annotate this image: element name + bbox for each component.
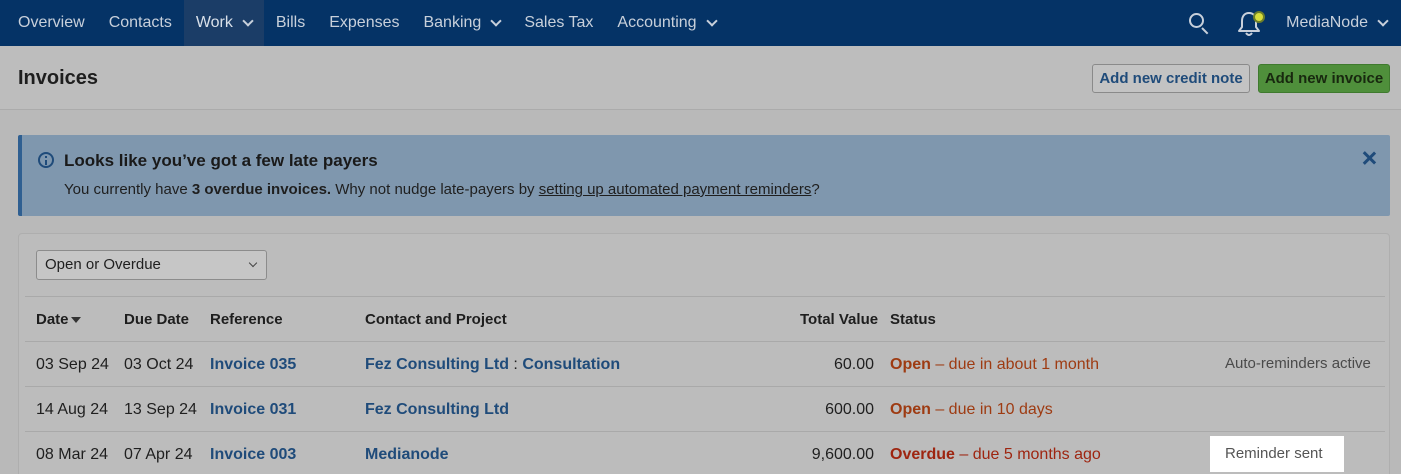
contact-link[interactable]: Fez Consulting Ltd <box>365 401 509 419</box>
reminder-sent-badge: Reminder sent <box>1210 436 1344 472</box>
nav-item-expenses[interactable]: Expenses <box>317 0 411 46</box>
cell-total: 600.00 <box>825 401 874 418</box>
auto-reminders-note: Auto-reminders active <box>1225 355 1371 372</box>
cell-date: 14 Aug 24 <box>36 401 109 418</box>
page-title: Invoices <box>18 67 99 89</box>
cell-contact-project: Fez Consulting Ltd : Consultation <box>365 356 620 374</box>
status-detail: – due in about 1 month <box>930 356 1100 373</box>
chevron-down-icon <box>705 15 718 27</box>
banner-text-middle: Why not nudge late-payers by <box>331 181 539 198</box>
info-icon <box>38 152 54 168</box>
account-label: MediaNode <box>1286 14 1368 31</box>
sort-descending-icon <box>70 317 81 324</box>
nav-item-label: Sales Tax <box>524 14 594 31</box>
nav-item-label: Work <box>195 14 233 31</box>
invoice-reference-link[interactable]: Invoice 031 <box>210 401 296 419</box>
chevron-down-icon <box>242 15 254 27</box>
nav-item-label: Accounting <box>617 14 697 31</box>
cell-date: 08 Mar 24 <box>36 446 109 463</box>
filter-selected-value: Open or Overdue <box>45 256 161 273</box>
chevron-down-icon <box>248 258 258 268</box>
column-header-due-date[interactable]: Due Date <box>124 311 189 328</box>
late-payers-banner: Looks like you’ve got a few late payers … <box>18 135 1390 216</box>
close-icon[interactable] <box>1362 151 1376 165</box>
cell-total: 60.00 <box>833 356 874 373</box>
cell-due-date: 03 Oct 24 <box>124 356 194 373</box>
nav-item-label: Expenses <box>329 14 400 31</box>
contact-link[interactable]: Fez Consulting Ltd <box>365 356 509 373</box>
add-invoice-button[interactable]: Add new invoice <box>1258 64 1390 93</box>
cell-status: Open – due in 10 days <box>890 401 1053 419</box>
nav-item-overview[interactable]: Overview <box>0 0 97 46</box>
nav-item-banking[interactable]: Banking <box>411 0 512 46</box>
divider <box>25 296 1385 297</box>
account-menu[interactable]: MediaNode <box>1286 14 1401 32</box>
nav-item-accounting[interactable]: Accounting <box>605 0 727 46</box>
chevron-down-icon <box>1377 15 1389 27</box>
cell-status: Overdue – due 5 months ago <box>890 446 1101 464</box>
status-word: Open <box>890 401 931 418</box>
page-header: Invoices Add new credit note Add new inv… <box>0 46 1401 110</box>
top-navigation: Overview Contacts Work Bills Expenses Ba… <box>0 0 1401 46</box>
nav-item-label: Overview <box>18 14 85 31</box>
column-header-reference[interactable]: Reference <box>210 311 283 328</box>
search-icon[interactable] <box>1188 12 1210 35</box>
cell-due-date: 07 Apr 24 <box>124 446 193 463</box>
cell-total: 9,600.00 <box>811 446 874 463</box>
project-link[interactable]: Consultation <box>522 356 620 373</box>
table-row[interactable]: 14 Aug 24 13 Sep 24 Invoice 031 Fez Cons… <box>19 387 1389 432</box>
nav-item-label: Contacts <box>108 14 172 31</box>
cell-status: Open – due in about 1 month <box>890 356 1099 374</box>
invoices-panel: Open or Overdue Date Due Date Reference … <box>18 233 1390 474</box>
status-word: Overdue <box>890 446 955 463</box>
column-header-date[interactable]: Date <box>36 311 81 328</box>
nav-item-sales-tax[interactable]: Sales Tax <box>512 0 605 46</box>
add-credit-note-button[interactable]: Add new credit note <box>1092 64 1250 93</box>
status-detail: – due in 10 days <box>930 401 1053 418</box>
nav-item-label: Bills <box>275 14 306 31</box>
project-separator: : <box>508 356 523 373</box>
invoice-reference-link[interactable]: Invoice 003 <box>210 446 296 464</box>
column-header-label: Date <box>36 311 69 328</box>
nav-item-bills[interactable]: Bills <box>264 0 317 46</box>
table-row[interactable]: 03 Sep 24 03 Oct 24 Invoice 035 Fez Cons… <box>19 342 1389 387</box>
table-row[interactable]: 08 Mar 24 07 Apr 24 Invoice 003 Medianod… <box>19 432 1389 474</box>
status-detail: – due 5 months ago <box>954 446 1101 463</box>
nav-item-label: Banking <box>423 14 482 31</box>
status-word: Open <box>890 356 931 373</box>
column-header-total[interactable]: Total Value <box>800 311 878 328</box>
notification-dot <box>1253 11 1266 23</box>
banner-text-prefix: You currently have <box>64 181 192 198</box>
notifications-button[interactable] <box>1236 8 1266 38</box>
nav-item-work[interactable]: Work <box>183 0 264 46</box>
chevron-down-icon <box>490 15 502 27</box>
status-filter-select[interactable]: Open or Overdue <box>36 250 267 280</box>
contact-link[interactable]: Medianode <box>365 446 449 464</box>
payment-reminders-link[interactable]: setting up automated payment reminders <box>539 181 812 198</box>
banner-text-suffix: ? <box>811 181 820 198</box>
nav-right-group: MediaNode <box>1188 0 1401 46</box>
column-header-status[interactable]: Status <box>890 311 936 328</box>
cell-date: 03 Sep 24 <box>36 356 109 373</box>
invoice-reference-link[interactable]: Invoice 035 <box>210 356 296 374</box>
nav-item-contacts[interactable]: Contacts <box>97 0 184 46</box>
banner-text: You currently have 3 overdue invoices. W… <box>64 181 820 198</box>
column-header-contact[interactable]: Contact and Project <box>365 311 507 328</box>
banner-title: Looks like you’ve got a few late payers <box>64 151 378 170</box>
banner-overdue-count: 3 overdue invoices. <box>191 181 332 198</box>
cell-due-date: 13 Sep 24 <box>124 401 197 418</box>
